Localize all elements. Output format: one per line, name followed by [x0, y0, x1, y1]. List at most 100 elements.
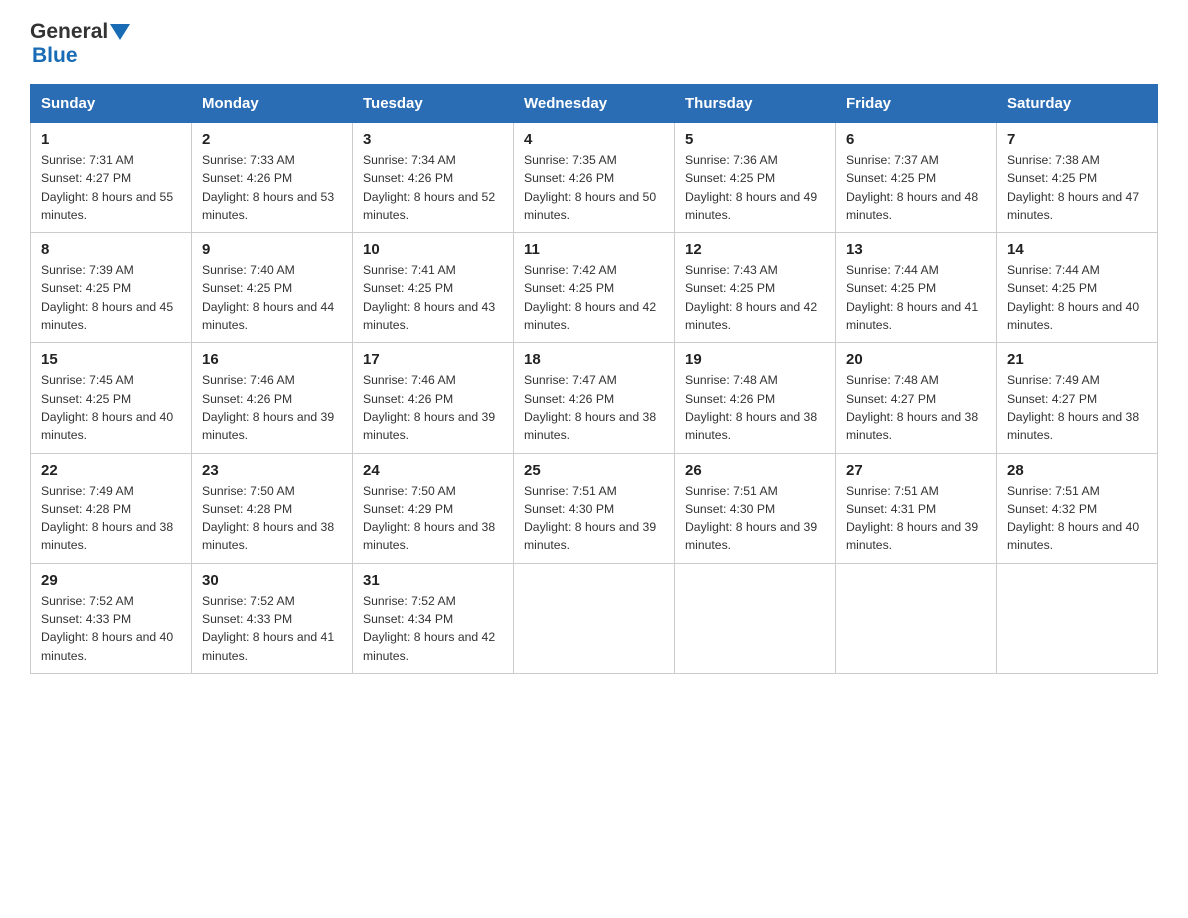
calendar-day-cell [836, 563, 997, 673]
day-info: Sunrise: 7:49 AMSunset: 4:27 PMDaylight:… [1007, 373, 1139, 442]
page-header: GeneralBlue [30, 20, 1158, 68]
day-number: 29 [41, 572, 181, 589]
day-info: Sunrise: 7:49 AMSunset: 4:28 PMDaylight:… [41, 484, 173, 553]
day-number: 22 [41, 462, 181, 479]
calendar-week-row: 15 Sunrise: 7:45 AMSunset: 4:25 PMDaylig… [31, 343, 1158, 453]
day-number: 14 [1007, 241, 1147, 258]
calendar-day-cell: 27 Sunrise: 7:51 AMSunset: 4:31 PMDaylig… [836, 453, 997, 563]
day-number: 25 [524, 462, 664, 479]
calendar-week-row: 29 Sunrise: 7:52 AMSunset: 4:33 PMDaylig… [31, 563, 1158, 673]
weekday-header-monday: Monday [192, 85, 353, 123]
day-info: Sunrise: 7:50 AMSunset: 4:28 PMDaylight:… [202, 484, 334, 553]
day-info: Sunrise: 7:34 AMSunset: 4:26 PMDaylight:… [363, 153, 495, 222]
calendar-day-cell: 3 Sunrise: 7:34 AMSunset: 4:26 PMDayligh… [353, 123, 514, 233]
day-number: 16 [202, 351, 342, 368]
day-number: 11 [524, 241, 664, 258]
calendar-day-cell: 13 Sunrise: 7:44 AMSunset: 4:25 PMDaylig… [836, 233, 997, 343]
calendar-day-cell: 30 Sunrise: 7:52 AMSunset: 4:33 PMDaylig… [192, 563, 353, 673]
day-info: Sunrise: 7:38 AMSunset: 4:25 PMDaylight:… [1007, 153, 1139, 222]
calendar-day-cell: 25 Sunrise: 7:51 AMSunset: 4:30 PMDaylig… [514, 453, 675, 563]
calendar-day-cell: 5 Sunrise: 7:36 AMSunset: 4:25 PMDayligh… [675, 123, 836, 233]
day-info: Sunrise: 7:44 AMSunset: 4:25 PMDaylight:… [1007, 263, 1139, 332]
day-info: Sunrise: 7:51 AMSunset: 4:30 PMDaylight:… [685, 484, 817, 553]
day-number: 31 [363, 572, 503, 589]
calendar-day-cell: 23 Sunrise: 7:50 AMSunset: 4:28 PMDaylig… [192, 453, 353, 563]
day-number: 8 [41, 241, 181, 258]
calendar-day-cell: 7 Sunrise: 7:38 AMSunset: 4:25 PMDayligh… [997, 123, 1158, 233]
day-number: 24 [363, 462, 503, 479]
calendar-day-cell: 18 Sunrise: 7:47 AMSunset: 4:26 PMDaylig… [514, 343, 675, 453]
weekday-header-saturday: Saturday [997, 85, 1158, 123]
logo: GeneralBlue [30, 20, 130, 68]
day-info: Sunrise: 7:46 AMSunset: 4:26 PMDaylight:… [363, 373, 495, 442]
calendar-day-cell [675, 563, 836, 673]
day-number: 5 [685, 131, 825, 148]
calendar-day-cell: 2 Sunrise: 7:33 AMSunset: 4:26 PMDayligh… [192, 123, 353, 233]
calendar-day-cell: 11 Sunrise: 7:42 AMSunset: 4:25 PMDaylig… [514, 233, 675, 343]
day-info: Sunrise: 7:36 AMSunset: 4:25 PMDaylight:… [685, 153, 817, 222]
calendar-day-cell: 20 Sunrise: 7:48 AMSunset: 4:27 PMDaylig… [836, 343, 997, 453]
day-info: Sunrise: 7:46 AMSunset: 4:26 PMDaylight:… [202, 373, 334, 442]
calendar-day-cell: 17 Sunrise: 7:46 AMSunset: 4:26 PMDaylig… [353, 343, 514, 453]
calendar-day-cell: 1 Sunrise: 7:31 AMSunset: 4:27 PMDayligh… [31, 123, 192, 233]
calendar-day-cell: 6 Sunrise: 7:37 AMSunset: 4:25 PMDayligh… [836, 123, 997, 233]
calendar-day-cell: 21 Sunrise: 7:49 AMSunset: 4:27 PMDaylig… [997, 343, 1158, 453]
calendar-header: SundayMondayTuesdayWednesdayThursdayFrid… [31, 85, 1158, 123]
logo-general-line: General [30, 20, 130, 44]
day-info: Sunrise: 7:51 AMSunset: 4:31 PMDaylight:… [846, 484, 978, 553]
day-number: 18 [524, 351, 664, 368]
day-info: Sunrise: 7:33 AMSunset: 4:26 PMDaylight:… [202, 153, 334, 222]
weekday-header-thursday: Thursday [675, 85, 836, 123]
day-info: Sunrise: 7:52 AMSunset: 4:33 PMDaylight:… [202, 594, 334, 663]
day-info: Sunrise: 7:41 AMSunset: 4:25 PMDaylight:… [363, 263, 495, 332]
day-info: Sunrise: 7:40 AMSunset: 4:25 PMDaylight:… [202, 263, 334, 332]
day-number: 6 [846, 131, 986, 148]
day-info: Sunrise: 7:43 AMSunset: 4:25 PMDaylight:… [685, 263, 817, 332]
weekday-header-row: SundayMondayTuesdayWednesdayThursdayFrid… [31, 85, 1158, 123]
day-info: Sunrise: 7:31 AMSunset: 4:27 PMDaylight:… [41, 153, 173, 222]
calendar-day-cell: 22 Sunrise: 7:49 AMSunset: 4:28 PMDaylig… [31, 453, 192, 563]
day-number: 7 [1007, 131, 1147, 148]
day-number: 30 [202, 572, 342, 589]
calendar-day-cell: 28 Sunrise: 7:51 AMSunset: 4:32 PMDaylig… [997, 453, 1158, 563]
day-info: Sunrise: 7:51 AMSunset: 4:32 PMDaylight:… [1007, 484, 1139, 553]
weekday-header-wednesday: Wednesday [514, 85, 675, 123]
day-number: 17 [363, 351, 503, 368]
day-number: 28 [1007, 462, 1147, 479]
day-info: Sunrise: 7:35 AMSunset: 4:26 PMDaylight:… [524, 153, 656, 222]
calendar-day-cell: 19 Sunrise: 7:48 AMSunset: 4:26 PMDaylig… [675, 343, 836, 453]
weekday-header-sunday: Sunday [31, 85, 192, 123]
day-info: Sunrise: 7:45 AMSunset: 4:25 PMDaylight:… [41, 373, 173, 442]
day-number: 15 [41, 351, 181, 368]
day-info: Sunrise: 7:47 AMSunset: 4:26 PMDaylight:… [524, 373, 656, 442]
day-info: Sunrise: 7:52 AMSunset: 4:34 PMDaylight:… [363, 594, 495, 663]
calendar-body: 1 Sunrise: 7:31 AMSunset: 4:27 PMDayligh… [31, 123, 1158, 674]
day-number: 13 [846, 241, 986, 258]
calendar-day-cell: 9 Sunrise: 7:40 AMSunset: 4:25 PMDayligh… [192, 233, 353, 343]
day-info: Sunrise: 7:48 AMSunset: 4:26 PMDaylight:… [685, 373, 817, 442]
day-number: 19 [685, 351, 825, 368]
calendar-day-cell: 15 Sunrise: 7:45 AMSunset: 4:25 PMDaylig… [31, 343, 192, 453]
day-number: 27 [846, 462, 986, 479]
day-info: Sunrise: 7:51 AMSunset: 4:30 PMDaylight:… [524, 484, 656, 553]
calendar-week-row: 1 Sunrise: 7:31 AMSunset: 4:27 PMDayligh… [31, 123, 1158, 233]
weekday-header-friday: Friday [836, 85, 997, 123]
day-number: 4 [524, 131, 664, 148]
day-number: 3 [363, 131, 503, 148]
logo-blue-text: Blue [32, 44, 78, 68]
logo-general-text: General [30, 20, 108, 44]
calendar-day-cell: 12 Sunrise: 7:43 AMSunset: 4:25 PMDaylig… [675, 233, 836, 343]
day-number: 12 [685, 241, 825, 258]
day-number: 21 [1007, 351, 1147, 368]
calendar-table: SundayMondayTuesdayWednesdayThursdayFrid… [30, 84, 1158, 674]
calendar-day-cell: 10 Sunrise: 7:41 AMSunset: 4:25 PMDaylig… [353, 233, 514, 343]
calendar-week-row: 22 Sunrise: 7:49 AMSunset: 4:28 PMDaylig… [31, 453, 1158, 563]
day-info: Sunrise: 7:52 AMSunset: 4:33 PMDaylight:… [41, 594, 173, 663]
day-number: 26 [685, 462, 825, 479]
day-number: 23 [202, 462, 342, 479]
calendar-day-cell: 4 Sunrise: 7:35 AMSunset: 4:26 PMDayligh… [514, 123, 675, 233]
day-number: 1 [41, 131, 181, 148]
calendar-week-row: 8 Sunrise: 7:39 AMSunset: 4:25 PMDayligh… [31, 233, 1158, 343]
calendar-day-cell [997, 563, 1158, 673]
day-number: 10 [363, 241, 503, 258]
